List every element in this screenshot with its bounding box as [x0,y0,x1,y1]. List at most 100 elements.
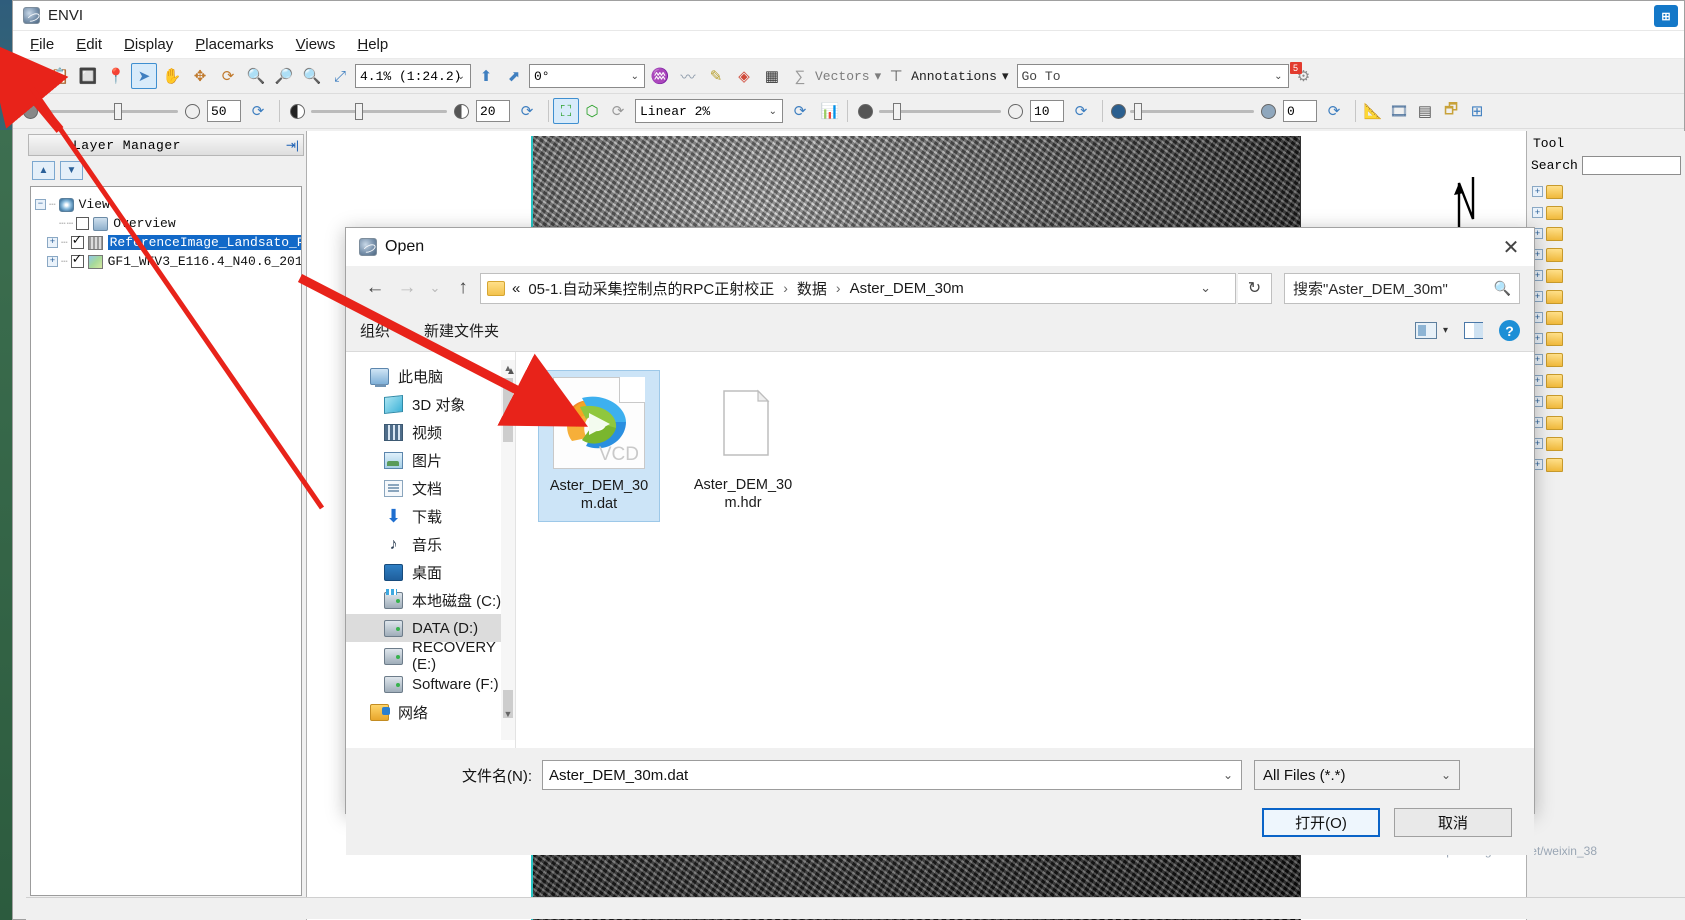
menu-file[interactable]: FFileile [19,34,65,55]
stretch-reset-icon[interactable]: ⟳ [787,98,813,124]
file-item-hdr[interactable]: Aster_DEM_30m.hdr [682,370,804,522]
tool-tree-item[interactable]: + [1530,202,1682,223]
sidebar-item-downloads[interactable]: ⬇ 下载 [346,502,515,530]
chevron-down-icon[interactable]: ⌄ [1223,768,1233,782]
tree-node-reference-image[interactable]: + ┄ ReferenceImage_Landsato_P… [35,233,301,252]
tool-tree-item[interactable]: + [1530,265,1682,286]
menu-views[interactable]: Views [285,34,347,55]
sidebar-item-software-f[interactable]: Software (F:) [346,670,515,698]
breadcrumb-part-0[interactable]: 05-1.自动采集控制点的RPC正射校正 [528,278,774,299]
open-button[interactable]: 打开(O) [1262,808,1380,837]
transparency-reset-icon[interactable]: ⟳ [245,98,271,124]
portal-flicker-icon[interactable]: 🗗 [1438,98,1464,124]
search-input[interactable]: 搜索"Aster_DEM_30m" 🔍 [1284,272,1520,304]
tool-tree-item[interactable]: + [1530,454,1682,475]
rotation-combo[interactable]: 0° ⌄ [529,64,645,88]
file-item-dat[interactable]: VCD Aster_DEM_30m.dat [538,370,660,522]
vectors-label[interactable]: Vectors [815,69,870,84]
transparency-knob[interactable] [114,102,122,120]
measure-tool-icon[interactable]: 📐 [1360,98,1386,124]
spectral-profile-icon[interactable]: 〰 [675,63,701,89]
stretch-region-icon[interactable]: ⛶ [553,98,579,124]
expand-icon[interactable]: + [47,237,58,248]
file-scroll-up-icon[interactable]: ▲ [504,366,518,382]
tool-tree-item[interactable]: + [1530,391,1682,412]
sidebar-item-network[interactable]: 网络 [346,698,515,726]
expand-icon[interactable]: + [47,256,58,267]
chevron-down-icon[interactable]: ▾ [1443,325,1448,336]
brightness-reset-icon[interactable]: ⟳ [514,98,540,124]
tool-tree-item[interactable]: + [1530,307,1682,328]
organize-menu[interactable]: 组织 ▾ [360,320,400,341]
open-file-icon[interactable]: 📂 [19,63,45,89]
contrast-slider[interactable] [879,102,1001,120]
view-mode-icon[interactable] [1414,322,1437,339]
move-layer-up-button[interactable]: ▲ [32,160,55,180]
stretch-view-icon[interactable]: ⬡ [579,98,605,124]
brightness-knob[interactable] [355,102,363,120]
rotate-icon[interactable]: ⟳ [215,63,241,89]
sidebar-scrollbar[interactable]: ▲ ▼ [501,360,515,740]
annotations-caret-icon[interactable]: ▾ [1002,69,1009,84]
stretch-combo[interactable]: Linear 2% ⌄ [635,99,783,123]
sidebar-item-pictures[interactable]: 图片 [346,446,515,474]
tool-search-input[interactable] [1581,156,1681,175]
film-strip-icon[interactable]: 🎞 [1386,98,1412,124]
contrast-value[interactable]: 10 [1030,100,1064,122]
filename-input[interactable]: Aster_DEM_30m.dat ⌄ [542,760,1242,790]
crop-icon[interactable]: 🔲 [75,63,101,89]
binary-icon[interactable]: ▦ [759,63,785,89]
zoom-region-icon[interactable]: ⤢ [327,63,353,89]
tool-tree-item[interactable]: + [1530,433,1682,454]
sidebar-item-music[interactable]: ♪ 音乐 [346,530,515,558]
collapse-icon[interactable]: − [35,199,46,210]
sharpen-knob[interactable] [1134,102,1142,120]
zoom-fit-icon[interactable]: 🔍 [243,63,269,89]
sidebar-item-documents[interactable]: 文档 [346,474,515,502]
tool-tree-item[interactable]: + [1530,349,1682,370]
sidebar-item-videos[interactable]: 视频 [346,418,515,446]
portal-swipe-icon[interactable]: ⊞ [1464,98,1490,124]
sharpen-value[interactable]: 0 [1283,100,1317,122]
goto-combo[interactable]: Go To ⌄ [1016,64,1289,88]
menu-edit[interactable]: Edit [65,34,113,55]
annotations-label[interactable]: Annotations [911,69,997,84]
back-icon[interactable]: ← [360,273,390,303]
paste-icon[interactable]: 📋 [47,63,73,89]
tree-node-overview[interactable]: ┄┄ Overview [35,214,297,233]
up-icon[interactable]: ↑ [448,273,478,303]
menu-placemarks[interactable]: Placemarks [184,34,284,55]
refresh-icon[interactable]: ↻ [1238,272,1272,304]
file-list-area[interactable]: ▲ VCD Aster_DEM_30m.dat Aster_DEM_30m.hd… [506,352,1534,748]
histogram-icon[interactable]: 📊 [817,98,843,124]
help-icon[interactable]: ? [1499,320,1520,341]
zoom-out-icon[interactable]: 🔍 [299,63,325,89]
zoom-in-icon[interactable]: 🔎 [271,63,297,89]
file-type-select[interactable]: All Files (*.*) ⌄ [1254,760,1460,790]
roi-tool-icon[interactable]: ◈ [731,63,757,89]
tool-tree-item[interactable]: + [1530,244,1682,265]
placemark-pin-icon[interactable]: 📍 [103,63,129,89]
scroll-down-icon[interactable]: ▼ [501,706,515,722]
chevron-down-icon[interactable]: ⌄ [1441,768,1451,782]
breadcrumb[interactable]: « 05-1.自动采集控制点的RPC正射校正 › 数据 › Aster_DEM_… [480,272,1236,304]
pencil-measure-icon[interactable]: ✎ [703,63,729,89]
vectors-caret-icon[interactable]: ▾ [875,69,882,84]
zoom-level-combo[interactable]: 4.1% (1:24.2) ⌄ [355,64,471,88]
select-cursor-icon[interactable]: ➤ [131,63,157,89]
dialog-sidebar[interactable]: 此电脑 3D 对象 视频 图片 文档 ⬇ 下载 ♪ 音乐 桌面 本地磁盘 (C:… [346,352,516,748]
sidebar-item-data-d[interactable]: DATA (D:) [346,614,515,642]
brightness-value[interactable]: 20 [476,100,510,122]
tree-node-view[interactable]: − ┄ View [35,195,297,214]
sidebar-item-local-disk-c[interactable]: 本地磁盘 (C:) [346,586,515,614]
scrollbar-thumb[interactable] [503,378,513,442]
menu-display[interactable]: Display [113,34,184,55]
close-icon[interactable]: ✕ [1488,228,1534,266]
sharpen-slider[interactable] [1130,102,1254,120]
move-layer-down-button[interactable]: ▼ [60,160,83,180]
forward-icon[interactable]: → [392,273,422,303]
tool-tree-item[interactable]: + [1530,370,1682,391]
recent-locations-icon[interactable]: ⌄ [424,273,446,303]
window-extra-icon[interactable]: ⊞ [1654,5,1678,27]
tool-tree-item[interactable]: + [1530,181,1682,202]
